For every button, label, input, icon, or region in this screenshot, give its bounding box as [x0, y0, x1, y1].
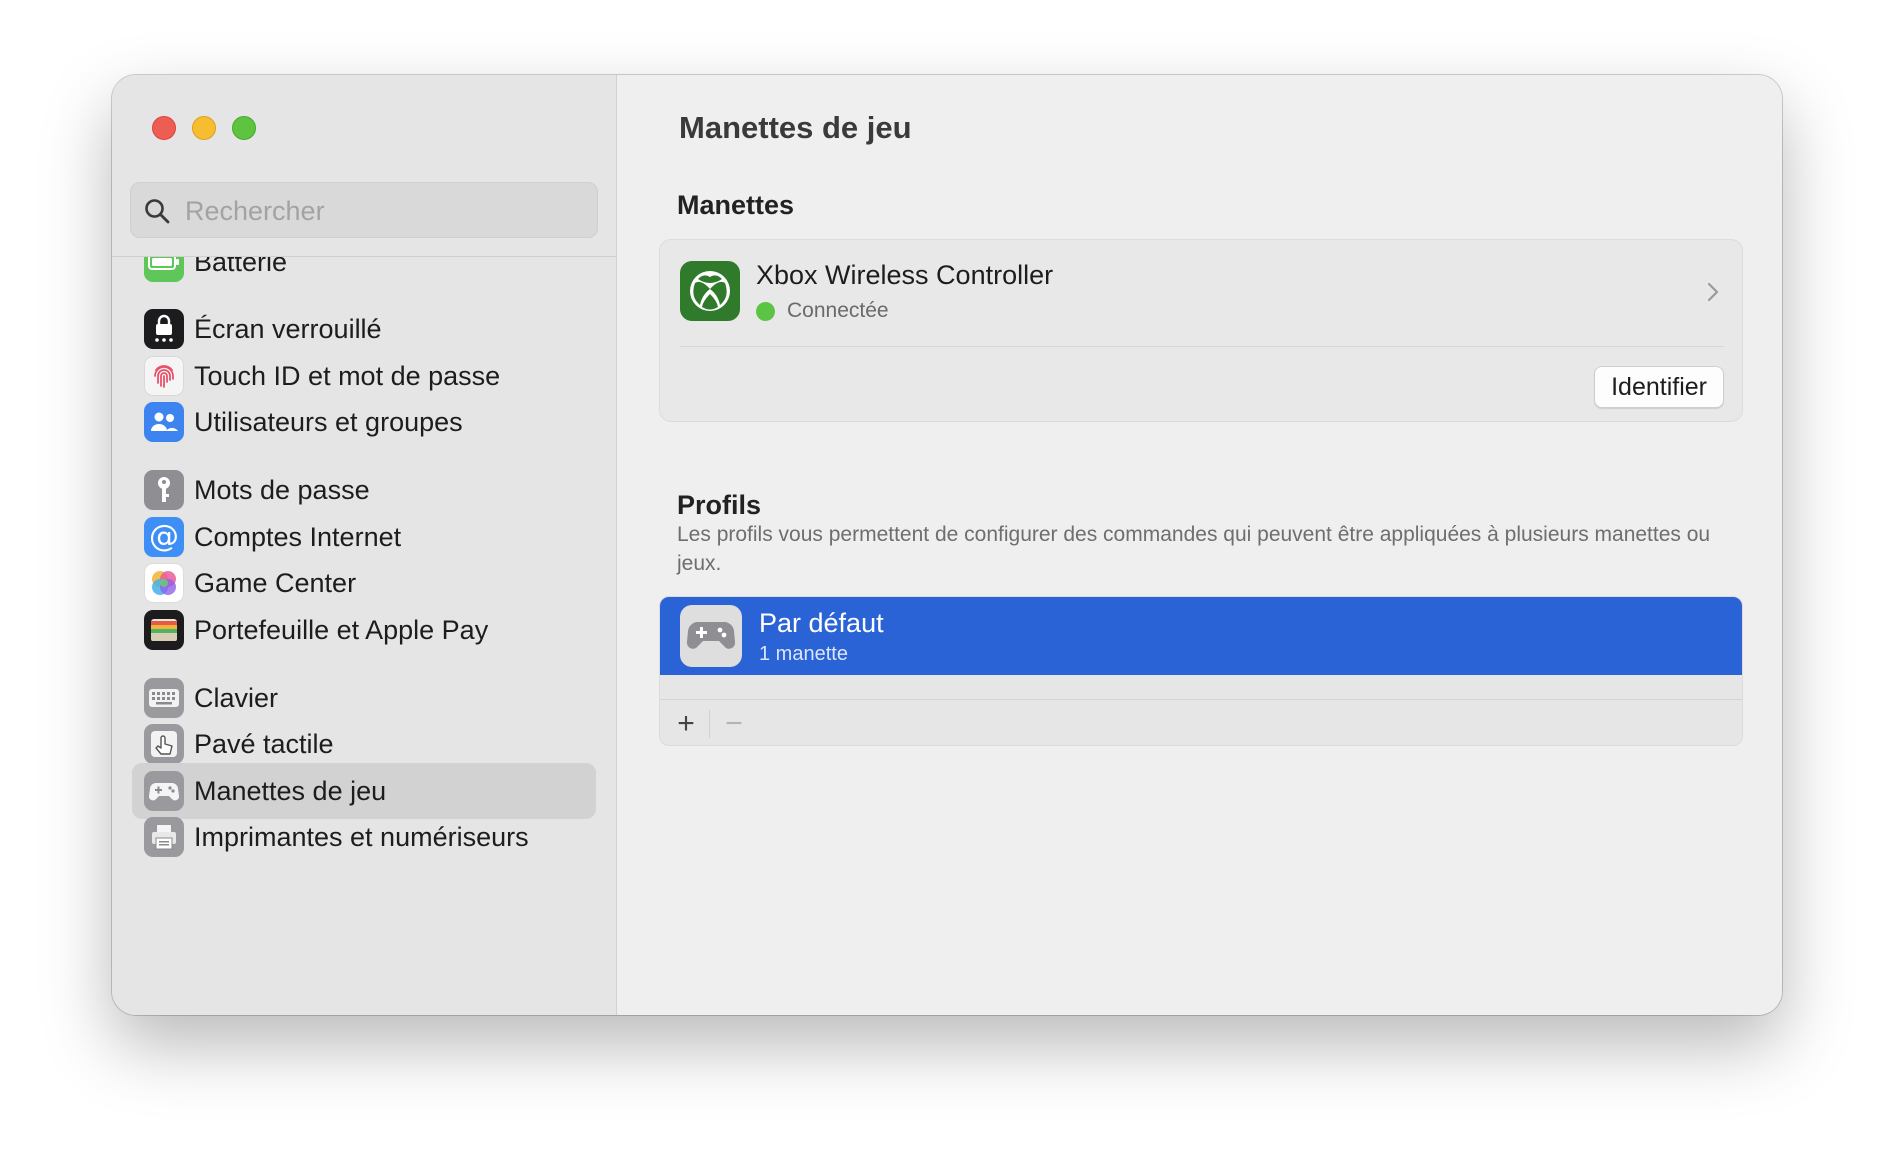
profiles-toolbar: + −	[660, 699, 1742, 745]
xbox-icon	[680, 261, 740, 321]
sidebar-list: Batterie Écran verrouillé Touch ID et mo…	[112, 257, 617, 1015]
game-center-icon	[144, 563, 184, 603]
page-title: Manettes de jeu	[679, 110, 912, 145]
controllers-card: Xbox Wireless Controller Connectée Ident…	[659, 239, 1743, 422]
controllers-heading: Manettes	[677, 190, 795, 220]
sidebar-item-portefeuille[interactable]: Portefeuille et Apple Pay	[132, 602, 596, 658]
wallet-icon	[144, 610, 184, 650]
sidebar-item-label: Game Center	[194, 567, 357, 598]
profile-name: Par défaut	[759, 608, 884, 638]
search-icon	[145, 199, 170, 224]
gamepad-icon	[144, 771, 184, 811]
card-divider	[680, 346, 1724, 347]
keyboard-icon	[144, 678, 184, 718]
search-input[interactable]	[183, 183, 587, 239]
sidebar-item-label: Portefeuille et Apple Pay	[194, 614, 489, 645]
printer-icon	[144, 817, 184, 857]
add-profile-button[interactable]: +	[664, 700, 708, 745]
battery-icon	[144, 257, 184, 282]
sidebar-item-label: Imprimantes et numériseurs	[194, 821, 529, 852]
toolbar-divider	[709, 710, 710, 738]
sidebar: Batterie Écran verrouillé Touch ID et mo…	[112, 75, 617, 1015]
minimize-window-button[interactable]	[192, 116, 216, 140]
profiles-heading: Profils	[677, 490, 762, 520]
sidebar-item-imprimantes[interactable]: Imprimantes et numériseurs	[132, 809, 596, 865]
sidebar-item-label: Pavé tactile	[194, 728, 334, 759]
settings-window: Batterie Écran verrouillé Touch ID et mo…	[112, 75, 1782, 1015]
main-content: Manettes de jeu Manettes Xbox Wireless C…	[617, 75, 1782, 1015]
sidebar-item-label: Batterie	[194, 257, 288, 277]
gamepad-icon	[680, 605, 742, 667]
sidebar-item-utilisateurs[interactable]: Utilisateurs et groupes	[132, 394, 596, 450]
profile-subtitle: 1 manette	[759, 643, 848, 665]
users-icon	[144, 402, 184, 442]
sidebar-item-label: Clavier	[194, 682, 279, 713]
sidebar-item-label: Comptes Internet	[194, 521, 402, 552]
profile-row[interactable]: Par défaut 1 manette	[660, 597, 1742, 675]
sidebar-item-label: Manettes de jeu	[194, 775, 387, 806]
profiles-description: Les profils vous permettent de configure…	[677, 523, 1711, 575]
identify-button[interactable]: Identifier	[1594, 366, 1724, 408]
close-window-button[interactable]	[152, 116, 176, 140]
controller-status-label: Connectée	[787, 299, 889, 322]
at-sign-icon: @	[144, 517, 184, 557]
controller-status: Connectée	[756, 299, 889, 323]
search-field[interactable]	[130, 182, 598, 239]
profiles-list: Par défaut 1 manette + −	[659, 596, 1743, 746]
status-dot-icon	[756, 301, 775, 321]
sidebar-item-label: Écran verrouillé	[194, 313, 382, 344]
sidebar-item-label: Mots de passe	[194, 474, 370, 505]
zoom-window-button[interactable]	[232, 116, 256, 140]
lock-screen-icon	[144, 309, 184, 349]
sidebar-item-batterie[interactable]: Batterie	[132, 257, 596, 290]
key-icon	[144, 470, 184, 510]
remove-profile-button[interactable]: −	[712, 700, 756, 745]
controller-name: Xbox Wireless Controller	[756, 260, 1054, 290]
fingerprint-icon	[144, 356, 184, 396]
sidebar-item-label: Utilisateurs et groupes	[194, 406, 463, 437]
chevron-right-icon[interactable]	[1706, 280, 1720, 304]
sidebar-item-label: Touch ID et mot de passe	[194, 360, 501, 391]
trackpad-icon	[144, 724, 184, 764]
